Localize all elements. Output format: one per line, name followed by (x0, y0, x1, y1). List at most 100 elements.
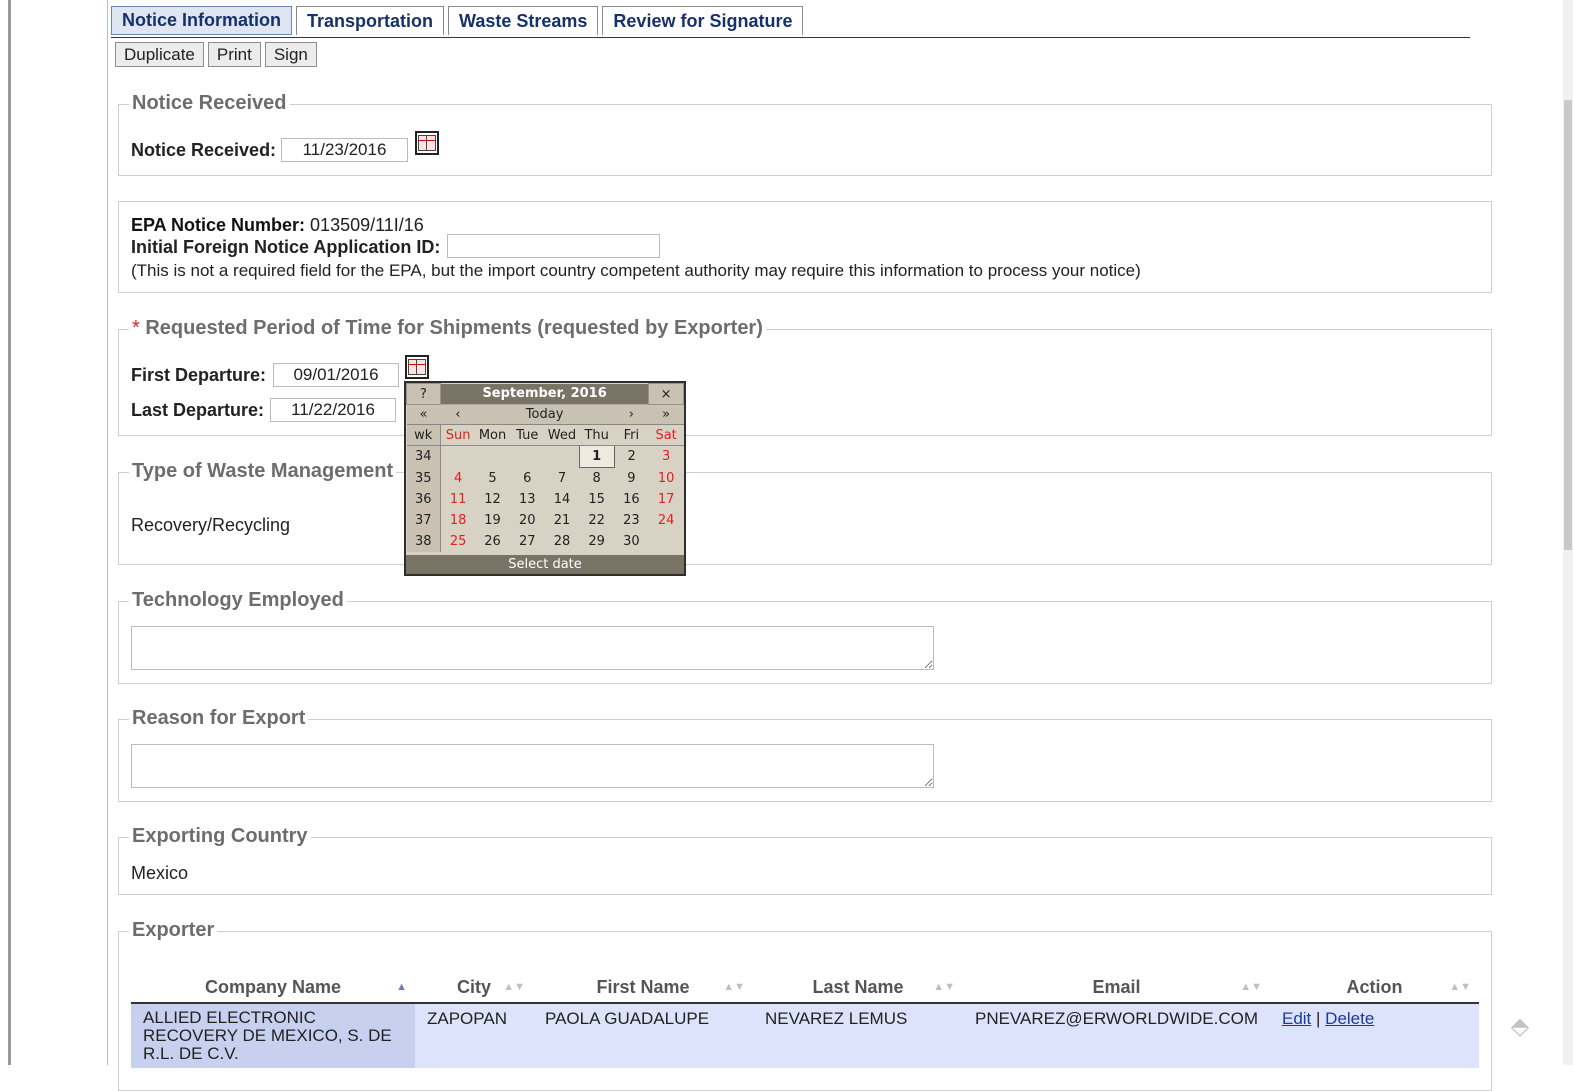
waste-management-legend: Type of Waste Management (129, 460, 397, 483)
epa-notice-number-value: 013509/11I/16 (310, 215, 424, 235)
tab-transportation[interactable]: Transportation (296, 6, 445, 35)
reason-legend: Reason for Export (129, 707, 309, 730)
tab-review-for-signature[interactable]: Review for Signature (602, 6, 804, 35)
calendar-day-cell[interactable]: 13 (510, 489, 545, 510)
calendar-prev-month-button[interactable]: ‹ (440, 404, 476, 425)
column-action[interactable]: Action ▲▼ (1269, 973, 1479, 1004)
calendar-day-cell[interactable]: 27 (510, 531, 545, 552)
calendar-day-cell[interactable]: 23 (614, 510, 649, 531)
calendar-day-cell[interactable]: 20 (510, 510, 545, 531)
foreign-id-label: Initial Foreign Notice Application ID: (131, 237, 441, 257)
calendar-week-number: 36 (406, 489, 441, 510)
calendar-day-cell[interactable]: 24 (649, 510, 684, 531)
calendar-day-cell[interactable]: 5 (475, 468, 510, 490)
action-separator: | (1316, 1009, 1321, 1028)
column-last-name[interactable]: Last Name ▲▼ (753, 973, 963, 1004)
shipment-period-legend: * Requested Period of Time for Shipments… (129, 317, 766, 340)
calendar-day-name: Fri (614, 424, 649, 446)
required-marker: * (132, 317, 140, 339)
column-email[interactable]: Email ▲▼ (963, 973, 1270, 1004)
calendar-day-cell[interactable]: 12 (475, 489, 510, 510)
calendar-day-cell[interactable]: 17 (649, 489, 684, 510)
calendar-day-cell[interactable]: 8 (579, 468, 614, 490)
foreign-id-note: (This is not a required field for the EP… (131, 261, 1141, 280)
calendar-day-cell[interactable]: 7 (545, 468, 580, 490)
exporting-country-legend: Exporting Country (129, 825, 311, 848)
scrollbar-thumb[interactable] (1564, 100, 1572, 550)
sort-icon: ▲▼ (1240, 981, 1262, 993)
reason-textarea[interactable] (131, 744, 934, 788)
reason-section: Reason for Export (118, 707, 1492, 802)
epa-notice-section: EPA Notice Number: 013509/11I/16 Initial… (118, 201, 1492, 293)
action-cell: Edit | Delete (1269, 1003, 1479, 1068)
calendar-day-cell[interactable]: 18 (441, 510, 476, 531)
technology-textarea[interactable] (131, 626, 934, 670)
calendar-day-cell[interactable]: 11 (441, 489, 476, 510)
waste-management-section: Type of Waste Management Recovery/Recycl… (118, 460, 1492, 565)
calendar-icon[interactable] (415, 131, 439, 155)
notice-received-legend: Notice Received (129, 92, 290, 115)
calendar-day-cell[interactable]: 28 (545, 531, 580, 552)
calendar-day-cell[interactable]: 26 (475, 531, 510, 552)
notice-received-date-input[interactable]: 11/23/2016 (281, 138, 408, 162)
calendar-week-row: 38 25 26 27 28 29 30 (406, 531, 684, 552)
calendar-next-month-button[interactable]: › (614, 404, 649, 425)
calendar-next-year-button[interactable]: » (648, 404, 684, 425)
column-first-name[interactable]: First Name ▲▼ (533, 973, 753, 1004)
epa-notice-number: EPA Notice Number: 013509/11I/16 (131, 215, 424, 236)
calendar-prev-year-button[interactable]: « (406, 404, 441, 425)
calendar-day-cell[interactable]: 10 (649, 468, 684, 490)
technology-legend: Technology Employed (129, 589, 347, 612)
calendar-day-cell[interactable]: 4 (441, 468, 476, 490)
foreign-id-input[interactable] (447, 234, 660, 258)
delete-link[interactable]: Delete (1325, 1009, 1374, 1028)
calendar-day-cell (441, 446, 476, 468)
table-row: ALLIED ELECTRONIC RECOVERY DE MEXICO, S.… (131, 1003, 1479, 1068)
calendar-day-cell[interactable]: 1 (578, 445, 615, 468)
calendar-day-cell[interactable]: 25 (441, 531, 476, 552)
last-departure-input[interactable]: 11/22/2016 (270, 398, 396, 422)
sort-icon: ▲▼ (933, 981, 955, 993)
calendar-day-cell[interactable]: 22 (579, 510, 614, 531)
print-button[interactable]: Print (207, 42, 261, 67)
calendar-day-cell[interactable]: 29 (579, 531, 614, 552)
action-buttons: Duplicate Print Sign (115, 42, 317, 67)
calendar-day-cell[interactable]: 6 (510, 468, 545, 490)
calendar-week-row: 36 11 12 13 14 15 16 17 (406, 489, 684, 510)
calendar-day-cell[interactable]: 19 (475, 510, 510, 531)
calendar-day-cell[interactable]: 3 (649, 446, 684, 468)
scroll-to-top-icon[interactable]: ⬘ (1504, 1010, 1536, 1042)
first-name-cell: PAOLA GUADALUPE (533, 1003, 753, 1068)
calendar-help-button[interactable]: ? (406, 383, 441, 405)
calendar-week-number: 34 (406, 445, 441, 468)
last-name-cell: NEVAREZ LEMUS (753, 1003, 963, 1068)
shipment-period-section: * Requested Period of Time for Shipments… (118, 317, 1492, 436)
vertical-scrollbar[interactable] (1563, 0, 1573, 1065)
column-city[interactable]: City ▲▼ (415, 973, 533, 1004)
edit-link[interactable]: Edit (1282, 1009, 1311, 1028)
tab-bar: Notice Information Transportation Waste … (111, 6, 807, 37)
calendar-day-cell[interactable]: 9 (614, 468, 649, 490)
calendar-close-button[interactable]: × (648, 383, 684, 405)
calendar-day-name: Wed (544, 424, 580, 446)
calendar-day-cell[interactable]: 30 (614, 531, 649, 552)
first-departure-input[interactable]: 09/01/2016 (273, 363, 399, 387)
calendar-day-cell[interactable]: 16 (614, 489, 649, 510)
tab-waste-streams[interactable]: Waste Streams (448, 6, 599, 35)
calendar-icon[interactable] (405, 355, 429, 379)
calendar-today-button[interactable]: Today (475, 404, 615, 425)
calendar-day-cell[interactable]: 21 (545, 510, 580, 531)
calendar-day-cell (510, 446, 545, 468)
sign-button[interactable]: Sign (264, 42, 317, 67)
calendar-day-cell[interactable]: 15 (579, 489, 614, 510)
company-name-cell: ALLIED ELECTRONIC RECOVERY DE MEXICO, S.… (131, 1003, 415, 1068)
calendar-month-title: September, 2016 (440, 383, 649, 405)
calendar-day-cell[interactable]: 2 (614, 446, 649, 468)
last-departure-label: Last Departure: (131, 400, 265, 420)
sort-icon: ▲▼ (503, 981, 525, 993)
column-company-name[interactable]: Company Name ▲ (131, 973, 415, 1004)
calendar-day-cell[interactable]: 14 (545, 489, 580, 510)
calendar-week-row: 34 1 2 3 (406, 445, 684, 468)
duplicate-button[interactable]: Duplicate (115, 42, 204, 67)
tab-notice-information[interactable]: Notice Information (111, 6, 293, 35)
